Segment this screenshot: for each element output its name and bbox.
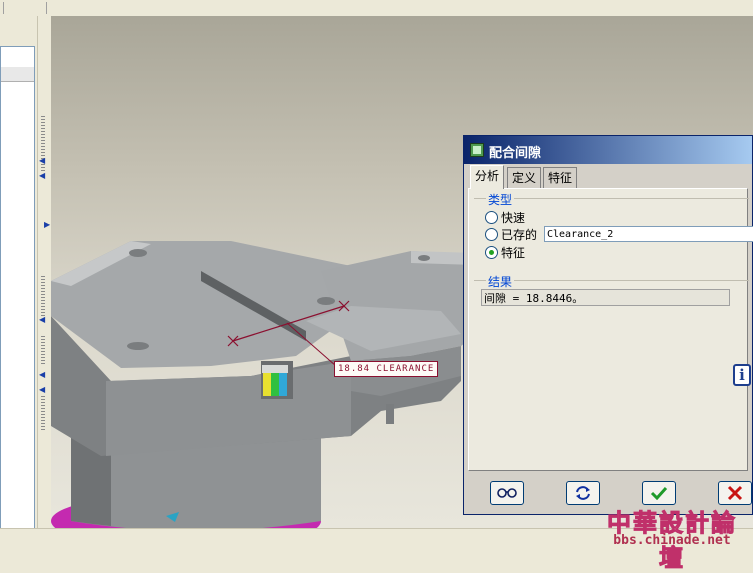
saved-name-input[interactable]: Clearance_2: [544, 226, 753, 242]
preview-button[interactable]: [490, 481, 524, 505]
clearance-annotation[interactable]: 18.84 CLEARANCE: [334, 361, 439, 377]
repeat-icon: [576, 486, 590, 500]
model-tree-header: [1, 67, 34, 82]
tab-label: 分析: [475, 169, 500, 183]
collapse-arrow-icon[interactable]: ◀: [39, 172, 45, 180]
collapse-arrow-icon[interactable]: ◀: [39, 386, 45, 394]
collapse-arrow-icon[interactable]: ◀: [39, 316, 45, 324]
collapse-arrow-icon[interactable]: ◀: [39, 157, 45, 165]
dialog-title: 配合间隙: [489, 146, 542, 161]
type-group-label: 类型: [486, 191, 515, 208]
toolbar-separator: [3, 2, 4, 14]
radio-saved[interactable]: [485, 228, 498, 241]
tab-definition[interactable]: 定义: [507, 167, 542, 188]
repeat-button[interactable]: [566, 481, 600, 505]
result-value: 间隙 = 18.8446。: [481, 289, 730, 306]
splitter-grip: [41, 276, 45, 316]
tab-label: 特征: [548, 171, 573, 185]
ok-button[interactable]: [642, 481, 676, 505]
splitter-grip: [41, 336, 45, 366]
clearance-dialog[interactable]: 配合间隙 分析 定义 特征 类型 快速 已存的 Clearance_2 特征 结…: [463, 135, 753, 515]
model-tree-panel[interactable]: [0, 46, 35, 535]
dialog-titlebar[interactable]: 配合间隙: [464, 136, 752, 164]
top-toolbar-strip: [0, 0, 753, 16]
group-divider: [474, 280, 749, 281]
radio-label-feature: 特征: [501, 246, 526, 260]
result-group-label: 结果: [486, 273, 515, 290]
radio-feature[interactable]: [485, 246, 498, 259]
tab-label: 定义: [512, 171, 537, 185]
collapse-arrow-icon[interactable]: ◀: [39, 371, 45, 379]
toolbar-separator: [46, 2, 47, 14]
radio-quick[interactable]: [485, 211, 498, 224]
info-button[interactable]: i: [733, 364, 751, 386]
app-window-icon: [470, 143, 484, 157]
tab-analysis[interactable]: 分析: [470, 165, 505, 189]
checkmark-icon: [650, 486, 668, 500]
tab-feature[interactable]: 特征: [543, 167, 578, 188]
glasses-icon: [497, 488, 517, 498]
forum-watermark: 中華設計論壇 bbs.chinade.net: [596, 503, 748, 573]
radio-label-saved: 已存的: [501, 228, 538, 242]
panel-splitter[interactable]: ◀ ◀ ▶ ◀ ◀ ◀: [37, 16, 51, 535]
watermark-url: bbs.chinade.net: [613, 533, 731, 548]
splitter-grip: [41, 396, 45, 431]
radio-label-quick: 快速: [501, 211, 526, 225]
info-icon: i: [739, 366, 745, 384]
expand-arrow-icon[interactable]: ▶: [44, 221, 50, 229]
cancel-button[interactable]: [718, 481, 752, 505]
group-divider: [474, 198, 749, 199]
cancel-x-icon: [727, 485, 743, 501]
